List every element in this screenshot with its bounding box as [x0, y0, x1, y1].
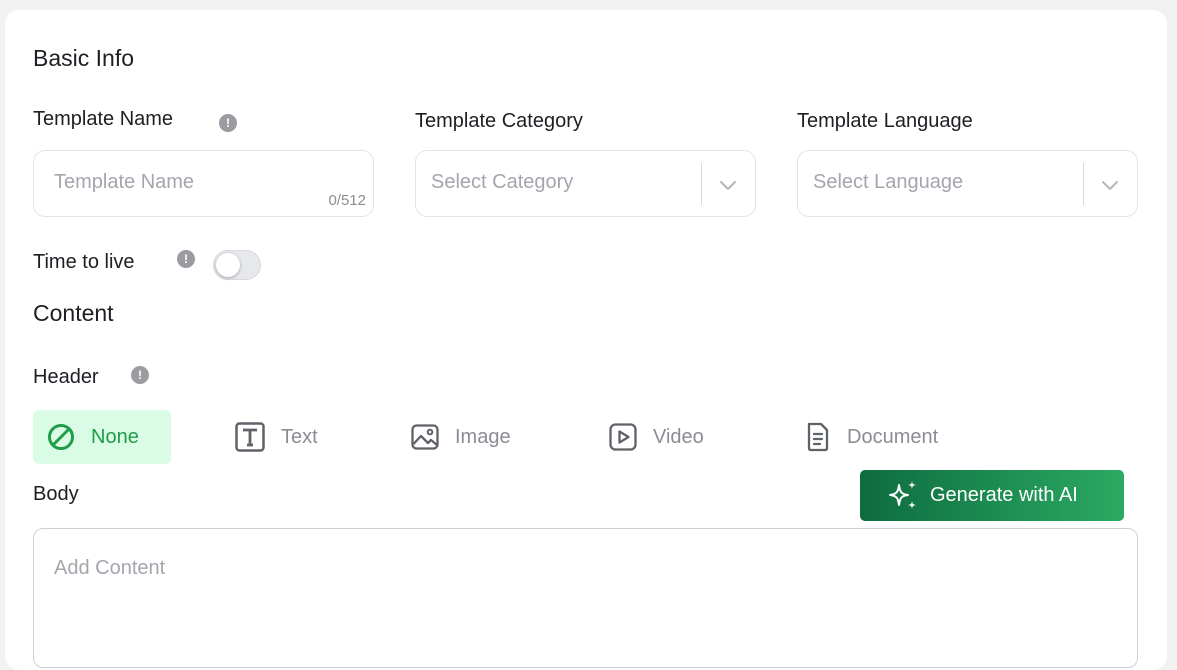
tab-label: None — [91, 425, 139, 448]
template-name-label: Template Name — [33, 108, 174, 130]
image-icon — [411, 424, 439, 450]
body-label: Body — [33, 483, 79, 505]
template-language-select[interactable]: Select Language — [797, 150, 1138, 217]
generate-with-ai-button[interactable]: Generate with AI — [860, 470, 1124, 521]
document-icon — [807, 422, 829, 452]
ban-icon — [48, 424, 74, 450]
header-tab-image[interactable]: Image — [397, 410, 557, 464]
video-icon — [609, 423, 637, 451]
info-icon[interactable]: ! — [219, 114, 237, 132]
template-form-card: Basic Info Template Name ! Template Name… — [5, 10, 1167, 670]
select-divider — [1083, 163, 1084, 205]
info-icon[interactable]: ! — [131, 366, 149, 384]
header-tab-none[interactable]: None — [33, 410, 171, 464]
template-language-label: Template Language — [797, 110, 973, 132]
select-divider — [701, 163, 702, 205]
header-tab-video[interactable]: Video — [595, 410, 745, 464]
content-title: Content — [33, 300, 114, 326]
template-category-select[interactable]: Select Category — [415, 150, 756, 217]
body-content-textarea[interactable]: Add Content — [33, 528, 1138, 668]
tab-label: Video — [653, 425, 704, 448]
body-placeholder: Add Content — [54, 557, 166, 579]
sparkles-icon — [889, 480, 916, 509]
header-label: Header — [33, 366, 99, 388]
basic-info-title: Basic Info — [33, 45, 134, 71]
toggle-knob — [216, 253, 240, 277]
template-name-input[interactable]: Template Name 0/512 — [33, 150, 374, 217]
ttl-label: Time to live — [33, 251, 135, 273]
category-placeholder: Select Category — [431, 171, 574, 193]
language-placeholder: Select Language — [813, 171, 964, 193]
info-icon[interactable]: ! — [177, 250, 195, 268]
tab-label: Text — [281, 425, 318, 448]
header-tab-text[interactable]: Text — [221, 410, 361, 464]
header-tab-document[interactable]: Document — [791, 410, 981, 464]
ai-button-label: Generate with AI — [930, 484, 1078, 506]
tab-label: Image — [455, 425, 511, 448]
text-icon — [235, 422, 265, 452]
ttl-toggle[interactable] — [213, 250, 261, 280]
template-category-label: Template Category — [415, 110, 583, 132]
tab-label: Document — [847, 425, 939, 448]
template-name-placeholder: Template Name — [54, 171, 195, 193]
chevron-down-icon[interactable] — [718, 175, 738, 195]
char-counter: 0/512 — [328, 192, 366, 209]
chevron-down-icon[interactable] — [1100, 175, 1120, 195]
